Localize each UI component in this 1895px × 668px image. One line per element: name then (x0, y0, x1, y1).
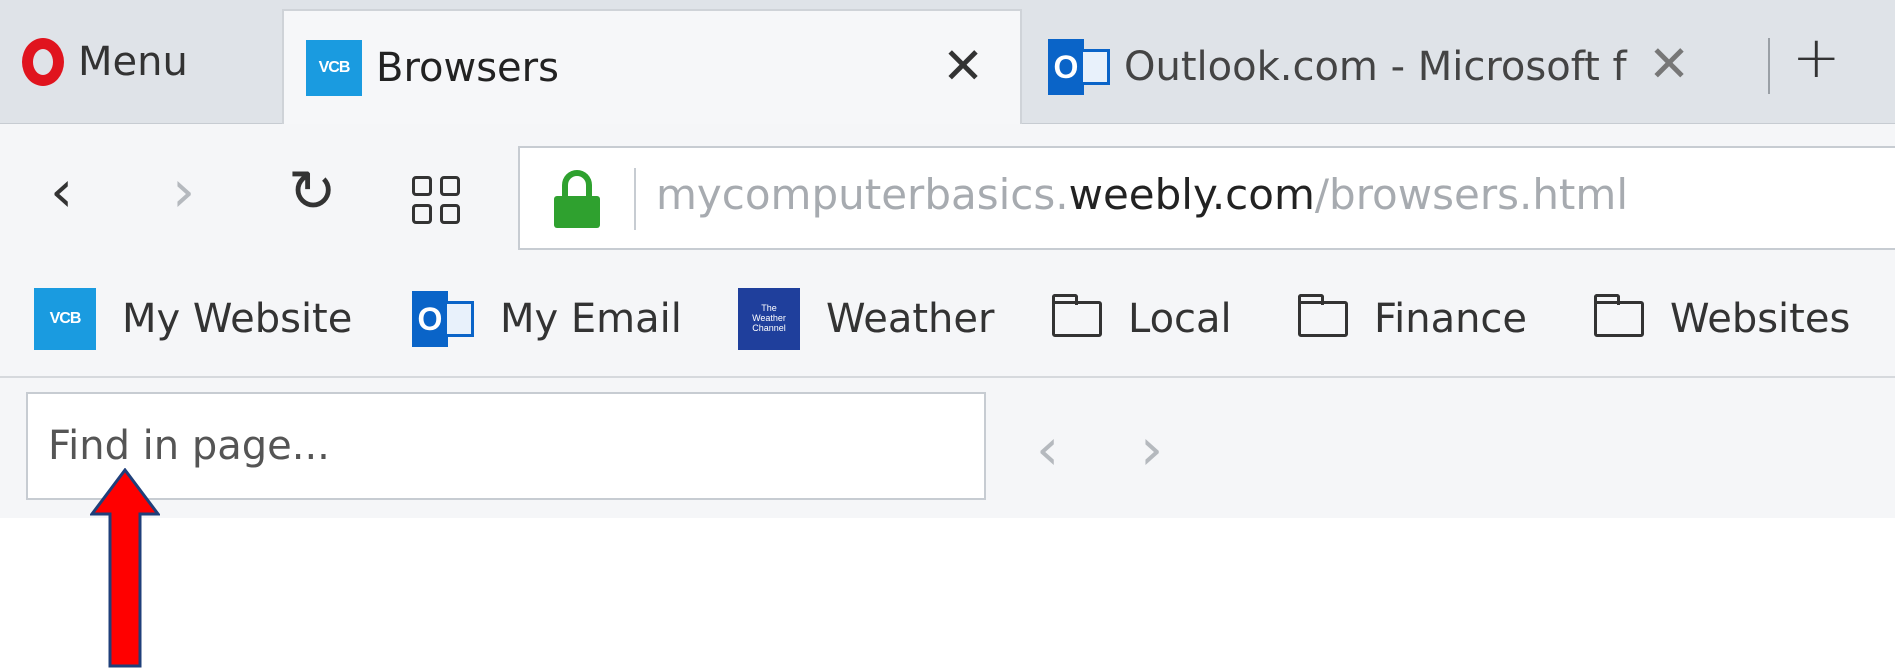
opera-logo-icon (22, 38, 64, 86)
vcb-icon: VCB (306, 40, 362, 96)
find-previous-button[interactable]: ‹ (1036, 420, 1059, 478)
opera-menu-button[interactable]: Menu (22, 10, 188, 114)
address-separator (634, 168, 636, 230)
bookmark-label: My Website (122, 296, 353, 342)
tab-strip: Menu VCB Browsers ✕ O Outlook.com - Micr… (0, 0, 1895, 125)
folder-icon (1298, 294, 1348, 337)
url-prefix: mycomputerbasics. (656, 170, 1069, 219)
vcb-icon: VCB (34, 288, 96, 350)
bookmark-folder-local[interactable]: Local (1052, 288, 1232, 350)
bookmark-folder-finance[interactable]: Finance (1298, 288, 1527, 350)
find-in-page-input[interactable] (26, 392, 986, 500)
address-bar[interactable]: mycomputerbasics.weebly.com/browsers.htm… (518, 146, 1895, 250)
tab-outlook[interactable]: O Outlook.com - Microsoft f ✕ (1030, 9, 1770, 125)
bookmark-weather[interactable]: The Weather Channel Weather (738, 288, 994, 350)
back-button[interactable]: ‹ (50, 162, 73, 220)
tab-separator (1768, 38, 1770, 94)
secure-lock-icon[interactable] (554, 170, 600, 228)
close-tab-icon[interactable]: ✕ (1648, 39, 1690, 89)
bookmark-label: Weather (826, 296, 995, 342)
url-path: /browsers.html (1314, 170, 1628, 219)
url-text[interactable]: mycomputerbasics.weebly.com/browsers.htm… (656, 170, 1628, 219)
outlook-icon: O (412, 291, 474, 347)
bookmark-label: Finance (1374, 296, 1528, 342)
url-domain: weebly.com (1068, 170, 1315, 219)
outlook-icon: O (1048, 39, 1110, 95)
navigation-bar: ‹ › ↻ mycomputerbasics.weebly.com/browse… (0, 124, 1895, 258)
reload-button[interactable]: ↻ (288, 162, 337, 220)
close-tab-icon[interactable]: ✕ (942, 41, 984, 91)
bookmark-label: Local (1128, 296, 1232, 342)
bookmark-folder-websites[interactable]: Websites (1594, 288, 1850, 350)
menu-label: Menu (78, 39, 188, 85)
new-tab-button[interactable]: + (1792, 28, 1841, 86)
find-bar: ‹ › (0, 378, 1895, 518)
bookmarks-bar: VCB My Website O My Email The Weather Chan… (0, 258, 1895, 378)
bookmark-my-website[interactable]: VCB My Website (34, 288, 352, 350)
bookmark-label: Websites (1670, 296, 1851, 342)
bookmark-label: My Email (500, 296, 682, 342)
find-next-button[interactable]: › (1140, 420, 1163, 478)
folder-icon (1052, 294, 1102, 337)
weather-channel-icon: The Weather Channel (738, 288, 800, 350)
annotation-arrow-icon (90, 468, 160, 668)
tab-title: Outlook.com - Microsoft f (1124, 44, 1627, 90)
tab-browsers[interactable]: VCB Browsers ✕ (282, 9, 1022, 125)
tab-title: Browsers (376, 45, 559, 91)
bookmark-my-email[interactable]: O My Email (412, 288, 682, 350)
folder-icon (1594, 294, 1644, 337)
speed-dial-icon[interactable] (412, 176, 460, 224)
forward-button[interactable]: › (172, 162, 195, 220)
